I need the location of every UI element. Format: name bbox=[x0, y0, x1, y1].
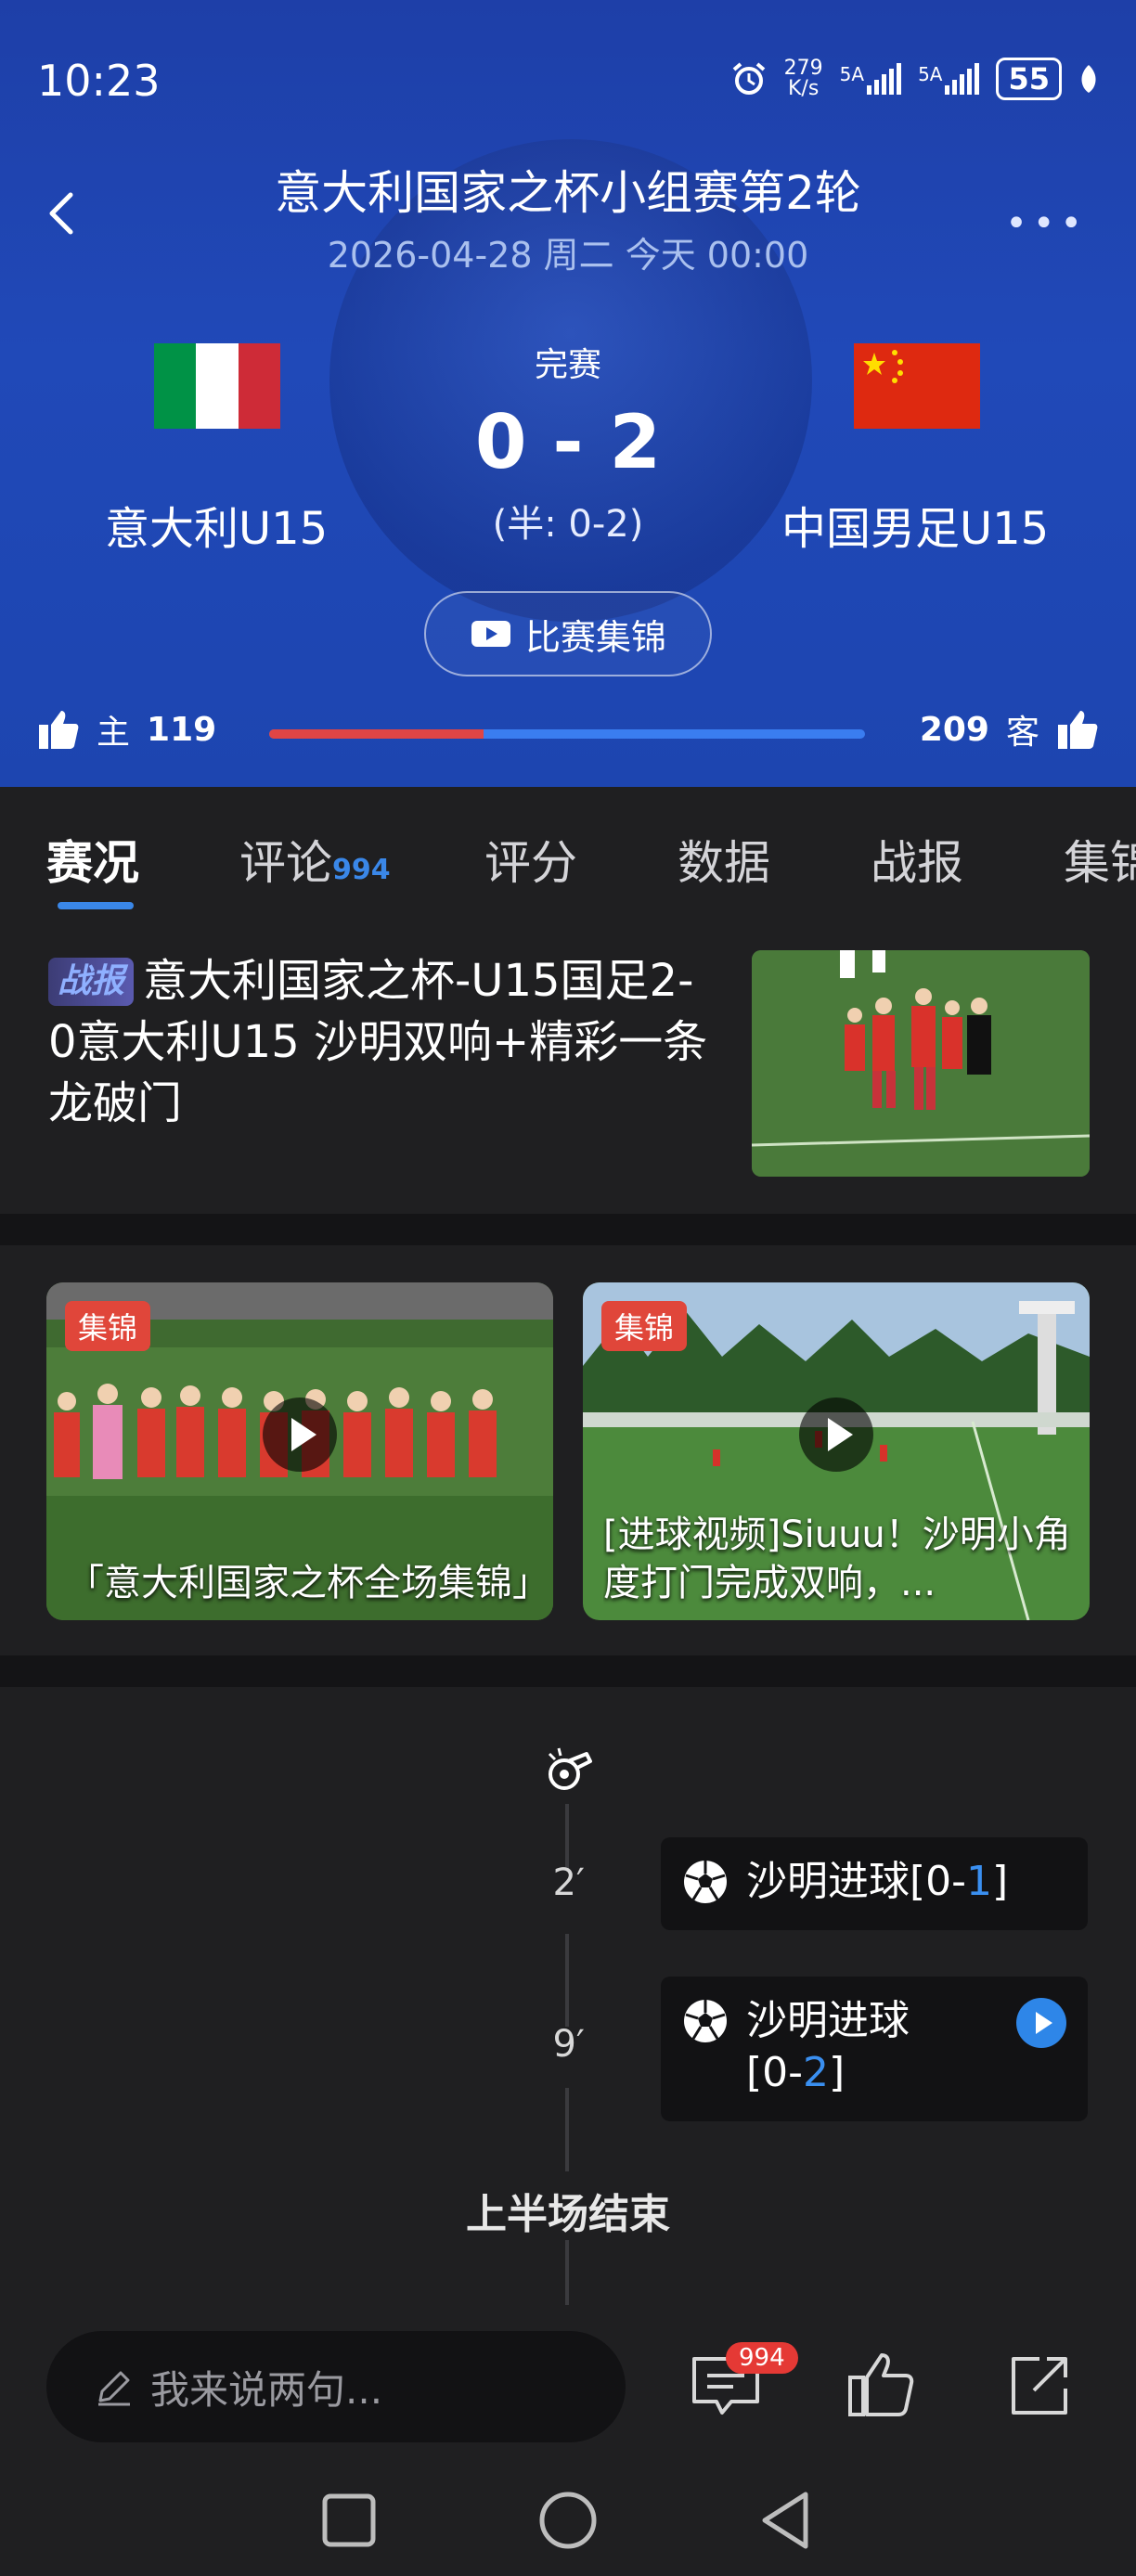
more-options-icon[interactable]: ••• bbox=[1005, 202, 1088, 245]
active-tab-indicator bbox=[58, 902, 134, 909]
match-highlights-button[interactable]: 比赛集锦 bbox=[424, 591, 712, 676]
play-video-icon[interactable] bbox=[1015, 1997, 1067, 2049]
timeline-line bbox=[565, 1804, 569, 1869]
back-icon[interactable] bbox=[755, 2489, 815, 2552]
tab-highlights[interactable]: 集锦 bbox=[1064, 826, 1136, 893]
home-icon[interactable] bbox=[536, 2489, 600, 2552]
match-datetime: 2026-04-28 周二 今天 00:00 bbox=[327, 235, 809, 276]
away-vote[interactable]: 209 客 bbox=[920, 705, 1099, 753]
status-icons: 279 K/s 5A 5A 55 bbox=[730, 58, 1099, 100]
comment-count-badge: 994 bbox=[332, 854, 391, 886]
tab-live[interactable]: 赛况 bbox=[46, 826, 139, 893]
news-headline: 战报 意大利国家之杯-U15国足2-0意大利U15 沙明双响+精彩一条龙破门 bbox=[48, 955, 708, 1129]
alarm-icon bbox=[732, 62, 765, 95]
event-minute: 9′ bbox=[552, 2023, 585, 2066]
status-time: 10:23 bbox=[37, 56, 161, 106]
tab-bar: 赛况 评论994 评分 数据 战报 集锦 bbox=[0, 787, 1136, 909]
tab-report[interactable]: 战报 bbox=[871, 826, 963, 893]
signal-1: 5A bbox=[840, 63, 902, 95]
bottom-action-bar: 我来说两句... bbox=[0, 2309, 1136, 2457]
vote-ratio-bar bbox=[269, 729, 865, 739]
tab-comments[interactable]: 评论994 bbox=[239, 826, 391, 893]
football-icon bbox=[684, 2000, 727, 2042]
timeline-line bbox=[565, 2088, 569, 2171]
video-camera-icon bbox=[471, 621, 510, 647]
section-divider bbox=[0, 1655, 1136, 1687]
china-flag-icon bbox=[854, 343, 980, 429]
signal-2: 5A bbox=[918, 63, 980, 95]
match-header: 10:23 279 K/s 5A 5A 55 意大利国家之杯小组赛第2轮 2026… bbox=[0, 0, 1136, 787]
recent-apps-icon[interactable] bbox=[319, 2491, 379, 2550]
timeline-line bbox=[565, 2240, 569, 2305]
away-team-name: 中国男足U15 bbox=[781, 503, 1050, 555]
tab-ratings[interactable]: 评分 bbox=[484, 826, 577, 893]
event-minute: 2′ bbox=[552, 1861, 585, 1904]
video-card[interactable]: 集锦 「意大利国家之杯全场集锦」U15国足2-0意大利 bbox=[46, 1282, 553, 1620]
battery-indicator: 55 bbox=[996, 58, 1062, 100]
pencil-icon bbox=[98, 2371, 130, 2406]
highlights-tag: 集锦 bbox=[65, 1301, 151, 1351]
play-icon[interactable] bbox=[263, 1397, 337, 1472]
like-icon[interactable] bbox=[845, 2348, 919, 2422]
comment-input[interactable]: 我来说两句... bbox=[46, 2331, 626, 2442]
share-icon[interactable] bbox=[1002, 2348, 1077, 2422]
play-icon[interactable] bbox=[799, 1397, 873, 1472]
page-title: 意大利国家之杯小组赛第2轮 bbox=[275, 166, 861, 220]
net-speed: 279 K/s bbox=[783, 57, 823, 100]
video-card[interactable]: 集锦 [进球视频]Siuuu！沙明小角度打门完成双响，... bbox=[583, 1282, 1090, 1620]
tab-stats[interactable]: 数据 bbox=[678, 826, 770, 893]
leaf-icon bbox=[1081, 65, 1096, 93]
news-item[interactable]: 战报 意大利国家之杯-U15国足2-0意大利U15 沙明双响+精彩一条龙破门 bbox=[0, 937, 1136, 1216]
thumbs-up-icon bbox=[39, 711, 79, 749]
news-thumbnail bbox=[752, 950, 1090, 1177]
report-tag: 战报 bbox=[48, 958, 135, 1006]
video-title: [进球视频]Siuuu！沙明小角度打门完成双响，... bbox=[603, 1513, 1071, 1604]
whistle-icon bbox=[548, 1747, 592, 1790]
support-vote-bar: 主 119 209 客 bbox=[0, 705, 1136, 761]
status-bar: 10:23 279 K/s 5A 5A 55 bbox=[0, 0, 1136, 158]
timeline-line bbox=[565, 1934, 569, 2027]
highlights-tag: 集锦 bbox=[601, 1301, 688, 1351]
goal-event[interactable]: 沙明进球[0-1] bbox=[661, 1837, 1088, 1930]
football-icon bbox=[684, 1861, 727, 1903]
comment-count-badge: 994 bbox=[726, 2342, 798, 2374]
system-nav-bar bbox=[0, 2468, 1136, 2576]
goal-event[interactable]: 沙明进球 [0-2] bbox=[661, 1977, 1088, 2121]
section-divider bbox=[0, 1214, 1136, 1245]
video-title: 「意大利国家之杯全场集锦」U15国足2-0意大利 bbox=[67, 1562, 536, 1604]
home-vote[interactable]: 主 119 bbox=[37, 705, 216, 753]
half-time-marker: 上半场结束 bbox=[466, 2191, 670, 2238]
home-vote-fill bbox=[269, 729, 484, 739]
thumbs-up-icon bbox=[1058, 711, 1098, 749]
